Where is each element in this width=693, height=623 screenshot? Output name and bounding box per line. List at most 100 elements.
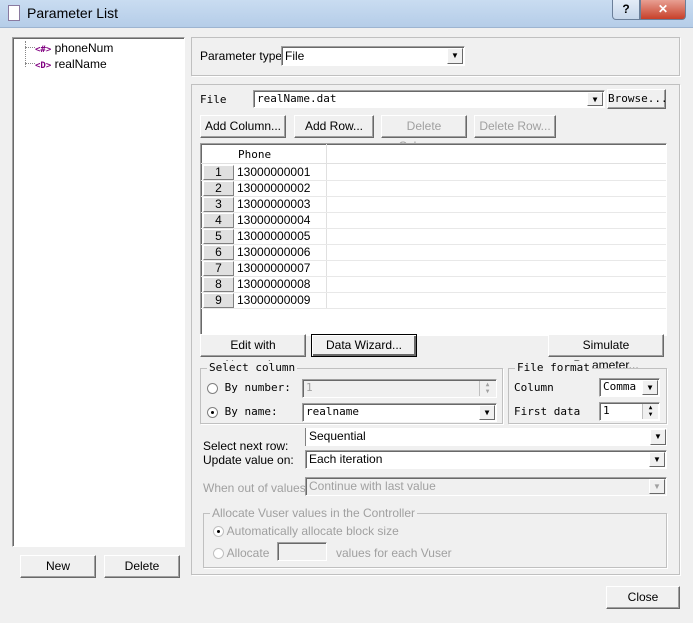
cell-phone[interactable]: 13000000009 (237, 293, 310, 308)
auto-allocate-radio[interactable]: Automatically allocate block size (213, 524, 399, 538)
update-value-value: Each iteration (309, 452, 383, 466)
chevron-down-icon[interactable]: ▼ (649, 479, 665, 494)
column-delimiter-value: Comma (603, 380, 637, 393)
cell-phone[interactable]: 13000000004 (237, 213, 310, 228)
table-row[interactable]: 8 13000000008 (201, 277, 666, 293)
cell-phone[interactable]: 13000000008 (237, 277, 310, 292)
close-window-button[interactable]: ✕ (640, 0, 686, 20)
cell-phone[interactable]: 13000000001 (237, 165, 310, 180)
row-number[interactable]: 5 (203, 229, 234, 244)
out-of-values-select[interactable]: Continue with last value ▼ (305, 477, 667, 496)
row-number[interactable]: 6 (203, 245, 234, 260)
allocate-suffix: values for each Vuser (336, 546, 452, 560)
param-type-panel: Parameter type: File ▼ (191, 37, 680, 76)
table-row[interactable]: 9 13000000009 (201, 293, 666, 309)
row-number[interactable]: 1 (203, 165, 234, 180)
allocate-title: Allocate Vuser values in the Controller (210, 506, 417, 520)
param-type-label: Parameter type: (200, 49, 286, 63)
file-format-title: File format (515, 361, 592, 374)
row-number[interactable]: 2 (203, 181, 234, 196)
column-number-spinner[interactable]: 1 ▲ ▼ (302, 379, 497, 398)
table-row[interactable]: 1 13000000001 (201, 165, 666, 181)
cell-phone[interactable]: 13000000005 (237, 229, 310, 244)
table-header: Phone (201, 144, 666, 309)
chevron-down-icon[interactable]: ▼ (587, 92, 603, 106)
first-data-spinner[interactable]: 1 ▲ ▼ (599, 402, 660, 421)
column-name-value: realname (306, 405, 359, 418)
data-wizard-button[interactable]: Data Wizard... (311, 334, 417, 357)
allocate-label: Allocate (226, 546, 270, 560)
row-number[interactable]: 9 (203, 293, 234, 308)
table-row[interactable]: 7 13000000007 (201, 261, 666, 277)
new-button[interactable]: New (20, 555, 96, 578)
chevron-down-icon[interactable]: ▼ (650, 429, 666, 445)
row-number[interactable]: 8 (203, 277, 234, 292)
chevron-down-icon[interactable]: ▼ (649, 452, 665, 467)
out-of-values-label: When out of values: (203, 481, 310, 495)
simulate-parameter-button[interactable]: Simulate Parameter... (548, 334, 664, 372)
allocate-count-input[interactable] (277, 542, 327, 561)
add-row-button[interactable]: Add Row... (294, 115, 374, 138)
table-row[interactable]: 5 13000000005 (201, 229, 666, 245)
column-delimiter-label: Column (514, 381, 554, 394)
param-type-value: File (285, 49, 305, 63)
parameter-tree[interactable]: <#> phoneNum <D> realName (12, 37, 185, 547)
select-next-row-label: Select next row: (203, 439, 289, 453)
chevron-down-icon[interactable]: ▼ (447, 48, 463, 64)
by-number-radio[interactable]: By number: (207, 381, 291, 394)
row-number[interactable]: 4 (203, 213, 234, 228)
by-name-label: By name: (224, 405, 278, 418)
out-of-values-value: Continue with last value (309, 479, 436, 493)
by-number-label: By number: (224, 381, 291, 394)
spinner-arrows-icon[interactable]: ▲ ▼ (642, 404, 658, 419)
edit-with-notepad-button[interactable]: Edit with Notepad... (200, 334, 306, 372)
delete-button[interactable]: Delete (104, 555, 180, 578)
tree-item-phonenum[interactable]: <#> phoneNum (35, 41, 113, 55)
table-row[interactable]: 6 13000000006 (201, 245, 666, 261)
select-next-row-select[interactable]: Sequential ▼ (305, 428, 667, 446)
spinner-arrows-icon[interactable]: ▲ ▼ (479, 381, 495, 396)
update-value-select[interactable]: Each iteration ▼ (305, 450, 667, 469)
update-value-label: Update value on: (203, 453, 294, 467)
column-delimiter-select[interactable]: Comma ▼ (599, 378, 660, 397)
table-row[interactable]: 2 13000000002 (201, 181, 666, 197)
chevron-down-icon[interactable]: ▼ (642, 380, 658, 395)
column-number-value: 1 (306, 381, 313, 394)
table-row[interactable]: 4 13000000004 (201, 213, 666, 229)
help-button[interactable]: ? (612, 0, 640, 20)
add-column-button[interactable]: Add Column... (200, 115, 286, 138)
auto-allocate-label: Automatically allocate block size (226, 524, 399, 538)
row-number[interactable]: 3 (203, 197, 234, 212)
first-data-label: First data (514, 405, 581, 418)
tree-item-label: realName (54, 57, 107, 71)
file-format-group: File format Column Comma ▼ First data 1 ▲ ▼ (508, 361, 667, 424)
column-header-phone[interactable]: Phone (238, 148, 271, 161)
file-param-icon: <D> (35, 61, 52, 71)
allocate-radio[interactable]: Allocate (213, 546, 269, 560)
tree-item-label: phoneNum (54, 41, 114, 55)
title-bar: Parameter List ? ✕ (0, 0, 693, 28)
column-name-select[interactable]: realname ▼ (302, 403, 497, 422)
by-name-radio[interactable]: By name: (207, 405, 278, 418)
data-table[interactable]: Phone 1 13000000001 2 13000000002 3 130000000… (200, 143, 667, 336)
delete-column-button[interactable]: Delete Column... (381, 115, 467, 153)
table-row[interactable]: 3 13000000003 (201, 197, 666, 213)
cell-phone[interactable]: 13000000007 (237, 261, 310, 276)
chevron-down-icon[interactable]: ▼ (479, 405, 495, 420)
cell-phone[interactable]: 13000000002 (237, 181, 310, 196)
tree-item-realname[interactable]: <D> realName (35, 57, 107, 71)
number-param-icon: <#> (35, 45, 52, 55)
allocate-group: Allocate Vuser values in the Controller … (203, 506, 667, 568)
delete-row-button[interactable]: Delete Row... (474, 115, 556, 138)
browse-button[interactable]: Browse... (607, 89, 668, 109)
file-label: File (200, 93, 227, 106)
close-button[interactable]: Close (606, 586, 680, 609)
select-column-group: Select column By number: 1 ▲ ▼ By name: re… (200, 361, 503, 424)
row-number[interactable]: 7 (203, 261, 234, 276)
file-select[interactable]: realName.dat ▼ (253, 90, 605, 108)
cell-phone[interactable]: 13000000003 (237, 197, 310, 212)
param-type-select[interactable]: File ▼ (281, 46, 465, 66)
window-title: Parameter List (27, 5, 119, 21)
cell-phone[interactable]: 13000000006 (237, 245, 310, 260)
first-data-value: 1 (603, 404, 610, 417)
